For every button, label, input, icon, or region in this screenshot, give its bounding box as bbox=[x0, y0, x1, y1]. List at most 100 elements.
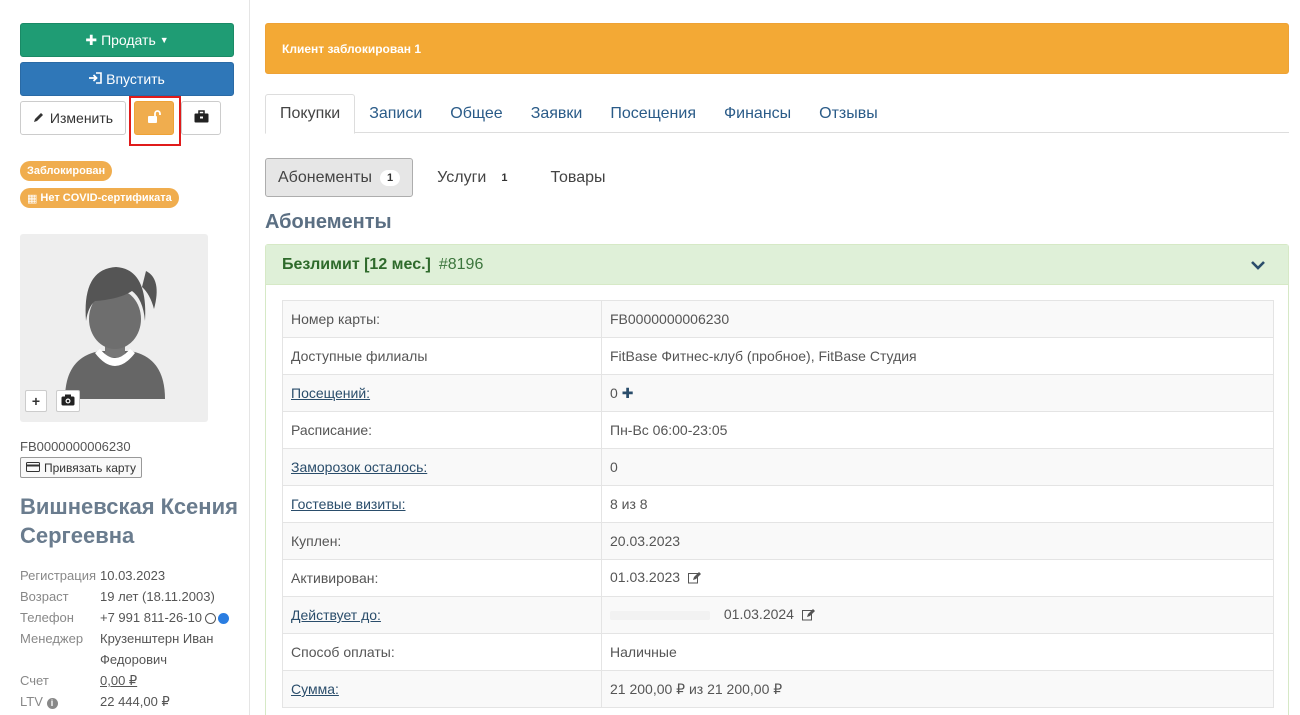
info-value: Крузенштерн Иван Федорович bbox=[100, 631, 214, 667]
client-card-number: FB0000000006230 bbox=[20, 439, 131, 454]
subscription-id: #8196 bbox=[438, 255, 484, 273]
row-value: FB0000000006230 bbox=[601, 300, 1274, 338]
row-key: Способ оплаты: bbox=[282, 633, 602, 671]
edit-button-label: Изменить bbox=[49, 110, 114, 126]
status-badge-label: Заблокирован bbox=[27, 165, 106, 177]
enter-button[interactable]: Впустить bbox=[20, 62, 234, 96]
info-label: Счет bbox=[20, 673, 49, 688]
add-photo-button[interactable]: + bbox=[25, 390, 47, 412]
table-row: Доступные филиалы FitBase Фитнес-клуб (п… bbox=[282, 337, 1274, 375]
table-row: Посещений: 0 ✚ bbox=[282, 374, 1274, 412]
pill-label: Абонементы bbox=[278, 168, 373, 186]
caret-down-icon: ▼ bbox=[159, 35, 169, 45]
tab-records[interactable]: Записи bbox=[355, 94, 436, 133]
section-title: Абонементы bbox=[265, 211, 392, 233]
row-key: Гостевые визиты: bbox=[282, 485, 602, 523]
pill-goods[interactable]: Товары bbox=[538, 158, 617, 197]
tab-general[interactable]: Общее bbox=[436, 94, 516, 133]
pill-label: Услуги bbox=[437, 168, 487, 186]
pill-count-badge: 1 bbox=[380, 169, 401, 186]
row-key: Посещений: bbox=[282, 374, 602, 412]
table-row: Заморозок осталось: 0 bbox=[282, 448, 1274, 486]
row-key: Заморозок осталось: bbox=[282, 448, 602, 486]
row-value: FitBase Фитнес-клуб (пробное), FitBase С… bbox=[601, 337, 1274, 375]
briefcase-button[interactable] bbox=[181, 101, 221, 135]
subscription-details-table: Номер карты: FB0000000006230 Доступные ф… bbox=[282, 300, 1274, 708]
table-row: Расписание: Пн-Вс 06:00-23:05 bbox=[282, 411, 1274, 449]
row-value: Наличные bbox=[601, 633, 1274, 671]
briefcase-icon bbox=[194, 110, 209, 126]
info-label: Регистрация bbox=[20, 568, 96, 583]
take-photo-button[interactable] bbox=[56, 390, 80, 412]
table-row: Куплен: 20.03.2023 bbox=[282, 522, 1274, 560]
info-value-phone: +7 991 811-26-10 bbox=[100, 607, 245, 628]
whatsapp-icon[interactable] bbox=[205, 613, 217, 625]
client-tabs: Покупки Записи Общее Заявки Посещения Фи… bbox=[265, 94, 1289, 134]
plus-icon: + bbox=[31, 393, 41, 409]
valid-until-link[interactable]: Действует до: bbox=[291, 607, 381, 623]
table-row: Сумма: 21 200,00 ₽ из 21 200,00 ₽ bbox=[282, 670, 1274, 708]
row-value: Пн-Вс 06:00-23:05 bbox=[601, 411, 1274, 449]
row-key: Доступные филиалы bbox=[282, 337, 602, 375]
status-badge-blocked: Заблокирован bbox=[20, 161, 113, 181]
pill-subscriptions[interactable]: Абонементы 1 bbox=[265, 158, 414, 197]
pill-count-badge: 1 bbox=[501, 171, 508, 184]
tab-requests[interactable]: Заявки bbox=[517, 94, 597, 133]
info-row-manager: Менеджер Крузенштерн Иван Федорович bbox=[20, 628, 245, 670]
tab-purchases[interactable]: Покупки bbox=[265, 94, 356, 134]
info-label: Менеджер bbox=[20, 631, 84, 646]
plus-icon: ✚ bbox=[85, 31, 98, 48]
client-info-list: Регистрация 10.03.2023 Возраст 19 лет (1… bbox=[20, 565, 245, 712]
freezes-link[interactable]: Заморозок осталось: bbox=[291, 459, 427, 475]
row-key-text: Способ оплаты: bbox=[291, 644, 395, 660]
table-row: Гостевые визиты: 8 из 8 bbox=[282, 485, 1274, 523]
qrcode-icon: ▦ bbox=[27, 192, 38, 205]
avatar-placeholder-icon bbox=[65, 267, 165, 399]
pill-services[interactable]: Услуги 1 bbox=[425, 158, 526, 197]
info-row-registration: Регистрация 10.03.2023 bbox=[20, 565, 245, 586]
sum-link[interactable]: Сумма: bbox=[291, 681, 339, 697]
purchase-type-pills: Абонементы 1 Услуги 1 Товары bbox=[265, 158, 618, 197]
edit-icon[interactable] bbox=[687, 571, 701, 587]
guest-visits-link[interactable]: Гостевые визиты: bbox=[291, 496, 406, 512]
row-value-text: 01.03.2024 bbox=[723, 606, 794, 623]
row-key: Номер карты: bbox=[282, 300, 602, 338]
row-value: 01.03.2024 bbox=[601, 596, 1274, 634]
info-row-ltv: LTV i 22 444,00 ₽ bbox=[20, 691, 245, 712]
globe-icon[interactable] bbox=[218, 613, 230, 625]
sell-button[interactable]: ✚ Продать ▼ bbox=[20, 23, 234, 57]
row-key: Куплен: bbox=[282, 522, 602, 560]
edit-button[interactable]: Изменить bbox=[20, 101, 126, 135]
tab-finance[interactable]: Финансы bbox=[710, 94, 805, 133]
row-key: Сумма: bbox=[282, 670, 602, 708]
row-key: Расписание: bbox=[282, 411, 602, 449]
table-row: Активирован: 01.03.2023 bbox=[282, 559, 1274, 597]
info-value: 22 444,00 ₽ bbox=[100, 694, 170, 709]
info-row-age: Возраст 19 лет (18.11.2003) bbox=[20, 586, 245, 607]
row-key-text: Активирован: bbox=[291, 570, 379, 586]
highlight-frame bbox=[129, 96, 181, 146]
tab-reviews[interactable]: Отзывы bbox=[805, 94, 892, 133]
subscription-panel-header[interactable]: Безлимит [12 мес.] #8196 bbox=[266, 245, 1288, 285]
info-circle-icon[interactable]: i bbox=[46, 698, 58, 709]
row-value: 0 ✚ bbox=[601, 374, 1274, 412]
account-balance-link[interactable]: 0,00 ₽ bbox=[100, 670, 240, 691]
add-visit-icon[interactable]: ✚ bbox=[622, 385, 634, 401]
table-row: Действует до: 01.03.2024 bbox=[282, 596, 1274, 634]
row-key-text: Номер карты: bbox=[291, 311, 381, 327]
tab-visits[interactable]: Посещения bbox=[596, 94, 710, 133]
info-value: 19 лет (18.11.2003) bbox=[100, 589, 215, 604]
row-key-text: Расписание: bbox=[291, 422, 373, 438]
alert-text: Клиент заблокирован 1 bbox=[282, 41, 422, 56]
edit-icon[interactable] bbox=[801, 608, 815, 624]
row-key-text: Доступные филиалы bbox=[291, 348, 428, 364]
info-row-phone: Телефон +7 991 811-26-10 bbox=[20, 607, 245, 628]
table-row: Способ оплаты: Наличные bbox=[282, 633, 1274, 671]
pencil-icon bbox=[33, 110, 45, 126]
info-label: Телефон bbox=[20, 610, 74, 625]
bind-card-button[interactable]: Привязать карту bbox=[20, 457, 142, 478]
info-label-ltv: LTV i bbox=[20, 691, 100, 712]
visits-link[interactable]: Посещений: bbox=[291, 385, 370, 401]
chevron-down-icon[interactable] bbox=[1248, 255, 1268, 275]
phone-number[interactable]: +7 991 811-26-10 bbox=[100, 610, 202, 625]
